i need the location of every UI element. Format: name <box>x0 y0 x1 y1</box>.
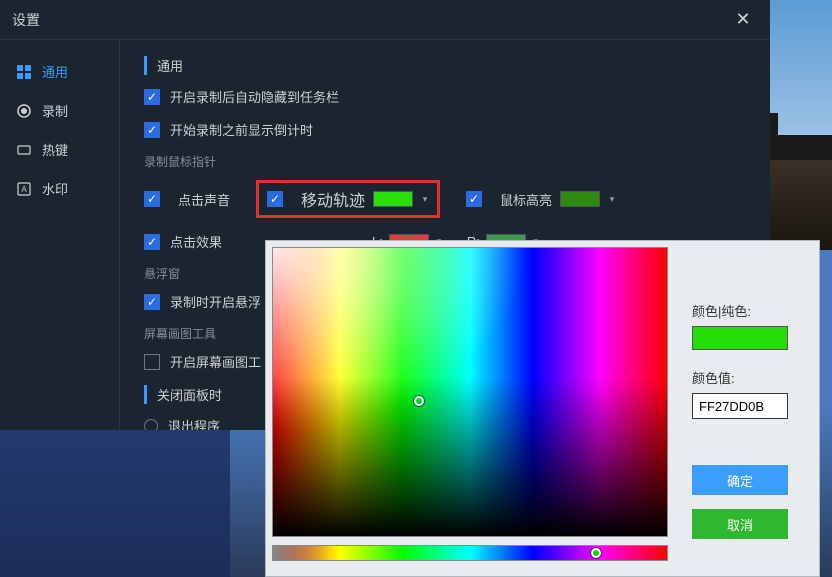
background-strip <box>0 430 230 577</box>
background-image <box>770 0 832 250</box>
sidebar-item-label: 水印 <box>42 179 68 198</box>
label-float-window: 录制时开启悬浮 <box>170 292 261 311</box>
sidebar-item-watermark[interactable]: A 水印 <box>0 169 119 208</box>
grid-icon <box>16 64 32 80</box>
label-auto-hide: 开启录制后自动隐藏到任务栏 <box>170 87 339 106</box>
label-drawtool: 开启屏幕画图工 <box>170 352 261 371</box>
sidebar-item-label: 通用 <box>42 62 68 81</box>
sidebar-item-record[interactable]: 录制 <box>0 91 119 130</box>
label-exit: 退出程序 <box>168 416 220 430</box>
dialog-title: 设置 <box>12 10 40 30</box>
checkbox-click-effect[interactable]: ✓ <box>144 234 160 250</box>
ok-button[interactable]: 确定 <box>692 465 788 495</box>
cancel-button[interactable]: 取消 <box>692 509 788 539</box>
keyboard-icon <box>16 142 32 158</box>
close-icon[interactable]: ✕ <box>728 5 758 35</box>
checkbox-auto-hide[interactable]: ✓ <box>144 89 160 105</box>
section-general-heading: 通用 <box>144 56 746 75</box>
checkbox-drawtool[interactable] <box>144 354 160 370</box>
label-highlight: 鼠标高亮 <box>500 190 552 209</box>
chevron-down-icon[interactable]: ▾ <box>421 195 429 203</box>
radio-exit[interactable] <box>144 419 158 431</box>
checkbox-float-window[interactable]: ✓ <box>144 294 160 310</box>
highlight-color-swatch[interactable] <box>560 191 600 207</box>
color-field[interactable] <box>272 247 668 537</box>
highlighted-trail-option: ✓ 移动轨迹 ▾ <box>256 180 440 218</box>
label-trail: 移动轨迹 <box>301 187 365 211</box>
color-value-label: 颜色值: <box>692 368 801 387</box>
label-click-effect: 点击效果 <box>170 232 222 251</box>
checkbox-click-sound[interactable]: ✓ <box>144 191 160 207</box>
hue-slider-cursor[interactable] <box>591 548 601 558</box>
color-solid-label: 颜色|纯色: <box>692 301 801 320</box>
chevron-down-icon[interactable]: ▾ <box>608 195 616 203</box>
trail-color-swatch[interactable] <box>373 191 413 207</box>
section-cursor-heading: 录制鼠标指针 <box>144 153 746 170</box>
sidebar-item-hotkey[interactable]: 热键 <box>0 130 119 169</box>
titlebar: 设置 ✕ <box>0 0 770 40</box>
color-picker-dialog: 颜色|纯色: 颜色值: 确定 取消 <box>265 240 820 577</box>
color-field-cursor[interactable] <box>414 396 424 406</box>
record-icon <box>16 103 32 119</box>
label-click-sound: 点击声音 <box>178 190 230 209</box>
watermark-icon: A <box>16 181 32 197</box>
sidebar: 通用 录制 热键 A 水印 <box>0 40 120 430</box>
sidebar-item-general[interactable]: 通用 <box>0 52 119 91</box>
svg-text:A: A <box>21 185 27 194</box>
checkbox-trail[interactable]: ✓ <box>267 191 283 207</box>
hue-slider[interactable] <box>272 545 668 561</box>
selected-color-swatch <box>692 326 788 350</box>
sidebar-item-label: 录制 <box>42 101 68 120</box>
label-countdown: 开始录制之前显示倒计时 <box>170 120 313 139</box>
checkbox-countdown[interactable]: ✓ <box>144 122 160 138</box>
color-value-input[interactable] <box>692 393 788 419</box>
sidebar-item-label: 热键 <box>42 140 68 159</box>
checkbox-highlight[interactable]: ✓ <box>466 191 482 207</box>
